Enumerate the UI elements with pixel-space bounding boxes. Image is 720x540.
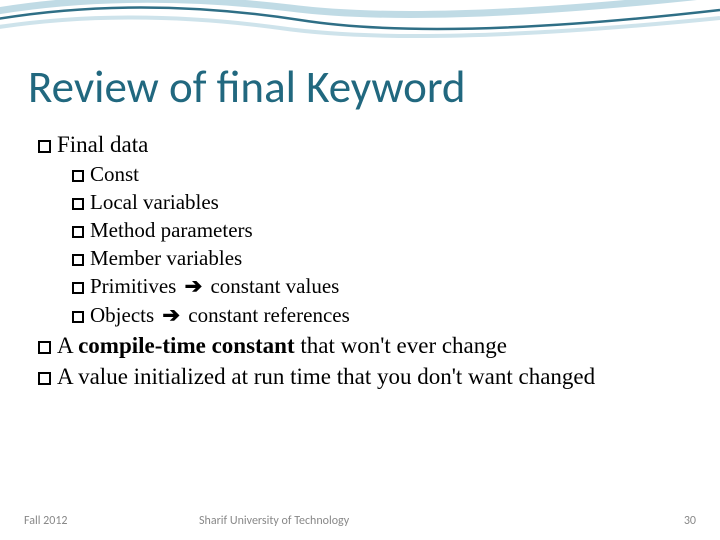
bullet-text: Local variables [90, 190, 219, 214]
bullet-text: constant values [210, 274, 339, 298]
bullet-text: Objects [90, 303, 154, 327]
bullet-text: Const [90, 162, 139, 186]
square-bullet-icon [38, 140, 51, 153]
bullet-text: Member variables [90, 246, 242, 270]
bullet-text: A [57, 333, 78, 358]
footer-page-number: 30 [684, 514, 696, 528]
square-bullet-icon [72, 311, 84, 323]
bullet-text: Primitives [90, 274, 176, 298]
square-bullet-icon [72, 170, 84, 182]
bullet-final-data: Final data [38, 130, 690, 159]
square-bullet-icon [38, 372, 51, 385]
square-bullet-icon [38, 341, 51, 354]
subbullet-method-params: Method parameters [72, 217, 690, 244]
slide-title: Review of final Keyword [28, 60, 466, 115]
subbullet-const: Const [72, 161, 690, 188]
subbullet-primitives: Primitives ➔ constant values [72, 273, 690, 301]
slide-body: Final data Const Local variables Method … [38, 130, 690, 394]
subbullet-objects: Objects ➔ constant references [72, 302, 690, 330]
bullet-runtime: A value initialized at run time that you… [38, 362, 690, 391]
bullet-text: Method parameters [90, 218, 253, 242]
bullet-text: A value initialized at run time that you… [57, 364, 595, 389]
square-bullet-icon [72, 282, 84, 294]
arrow-icon: ➔ [185, 274, 203, 301]
decorative-swoosh [0, 0, 720, 60]
slide-footer: Fall 2012 Sharif University of Technolog… [24, 514, 696, 528]
bullet-text: Final data [57, 132, 148, 157]
footer-left: Fall 2012 [24, 514, 68, 528]
bullet-compile-time: A compile-time constant that won't ever … [38, 331, 690, 360]
square-bullet-icon [72, 254, 84, 266]
bullet-text: that won't ever change [295, 333, 507, 358]
bullet-text: constant references [188, 303, 350, 327]
square-bullet-icon [72, 198, 84, 210]
arrow-icon: ➔ [162, 303, 180, 330]
bullet-text-bold: compile-time constant [78, 333, 295, 358]
footer-mid: Sharif University of Technology [199, 514, 349, 528]
subbullet-member-vars: Member variables [72, 245, 690, 272]
subbullet-local-vars: Local variables [72, 189, 690, 216]
square-bullet-icon [72, 226, 84, 238]
